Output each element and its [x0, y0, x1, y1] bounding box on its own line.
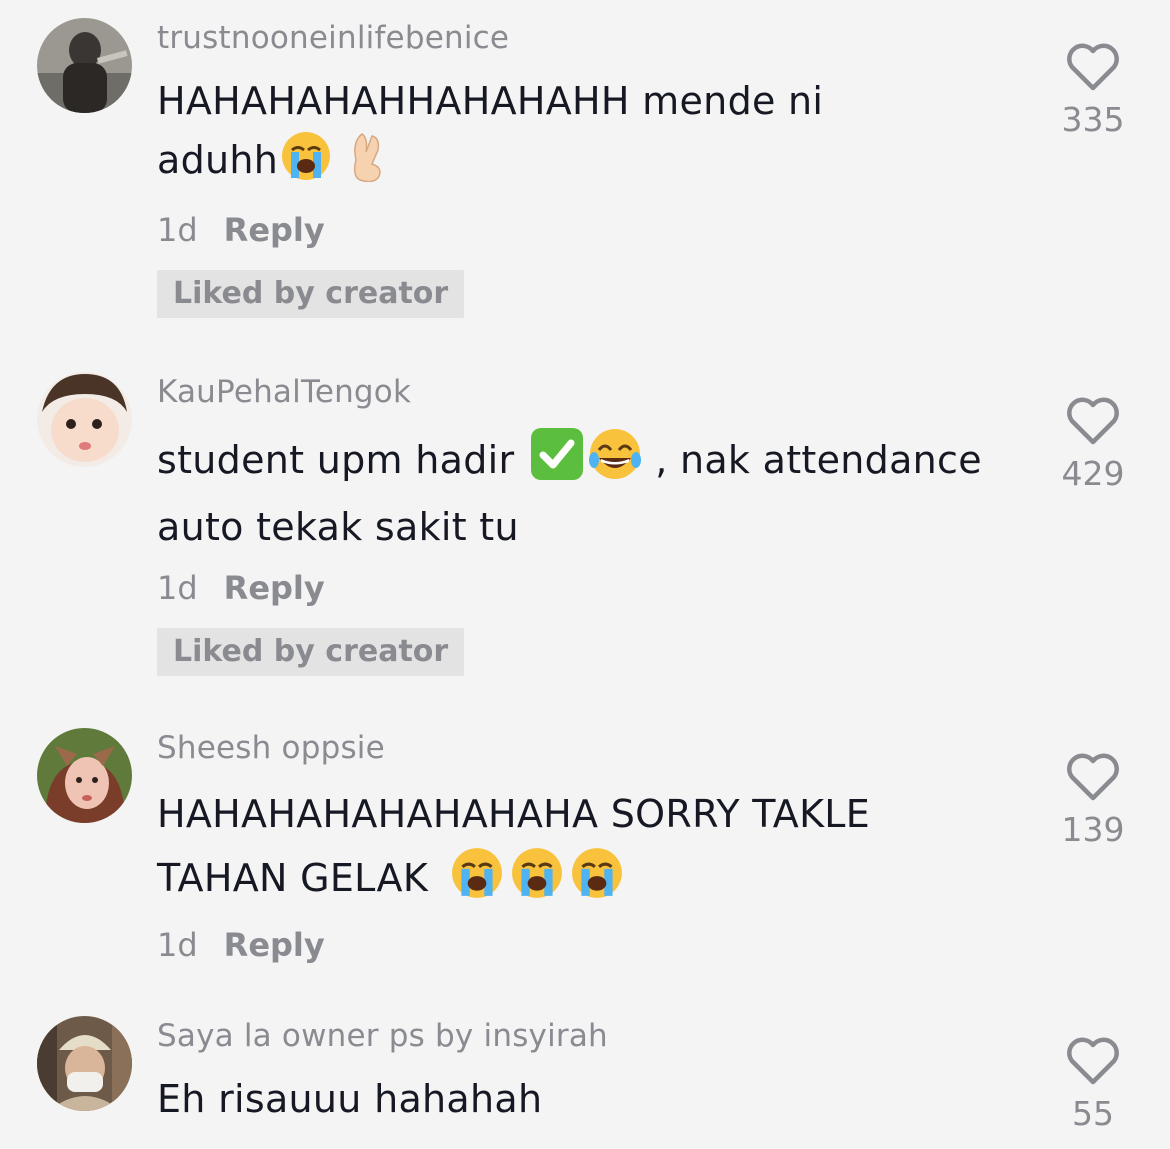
comment-time: 1d [157, 569, 198, 607]
avatar[interactable] [37, 728, 132, 823]
like-count: 335 [1061, 100, 1125, 139]
heart-outline-icon[interactable] [1056, 752, 1130, 802]
liked-by-creator-badge: Liked by creator [157, 628, 465, 676]
comment-username[interactable]: KauPehalTengok [157, 372, 1000, 412]
face-with-tears-of-joy-icon [587, 426, 643, 498]
heart-outline-icon[interactable] [1056, 396, 1130, 446]
like-count: 429 [1061, 454, 1125, 493]
crossed-fingers-icon [346, 130, 390, 198]
comment-meta: 1d Reply [157, 210, 1000, 250]
heart-outline-icon[interactable] [1056, 1036, 1130, 1086]
comment-time: 1d [157, 211, 198, 249]
comment-text: Eh risauuu hahahah [157, 1077, 543, 1121]
reply-button[interactable]: Reply [224, 568, 325, 608]
loudly-crying-face-icon [570, 846, 624, 919]
reply-button[interactable]: Reply [224, 925, 325, 965]
loudly-crying-face-icon [450, 846, 504, 919]
comment-username[interactable]: Sheesh oppsie [157, 728, 1000, 768]
comment-username[interactable]: Saya la owner ps by insyirah [157, 1016, 1000, 1056]
comment-text: HAHAHAHAHAHAHAHA SORRY TAKLE TAHAN GELAK [157, 782, 1000, 919]
liked-by-creator-badge: Liked by creator [157, 270, 465, 318]
comment-meta: 1d Reply [157, 568, 1000, 608]
check-mark-button-icon [529, 426, 585, 498]
avatar[interactable] [37, 1016, 132, 1111]
comment-time: 1d [157, 926, 198, 964]
comment-meta: 1d Reply [157, 925, 1000, 965]
like-button[interactable]: 139 [1056, 752, 1130, 850]
like-button[interactable]: 429 [1056, 396, 1130, 494]
loudly-crying-face-icon [510, 846, 564, 919]
avatar[interactable] [37, 18, 132, 113]
like-button[interactable]: 55 [1056, 1036, 1130, 1134]
comment-text: HAHAHAHAHHAHAHAHH mende ni aduhh [157, 72, 1000, 198]
like-button[interactable]: 335 [1056, 42, 1130, 140]
loudly-crying-face-icon [280, 130, 332, 198]
like-count: 55 [1072, 1094, 1114, 1133]
heart-outline-icon[interactable] [1056, 42, 1130, 92]
comment-text: student upm hadir , nak attendance auto … [157, 426, 1000, 556]
avatar[interactable] [37, 372, 132, 467]
like-count: 139 [1061, 810, 1125, 849]
comment-username[interactable]: trustnooneinlifebenice [157, 18, 1000, 58]
reply-button[interactable]: Reply [224, 210, 325, 250]
